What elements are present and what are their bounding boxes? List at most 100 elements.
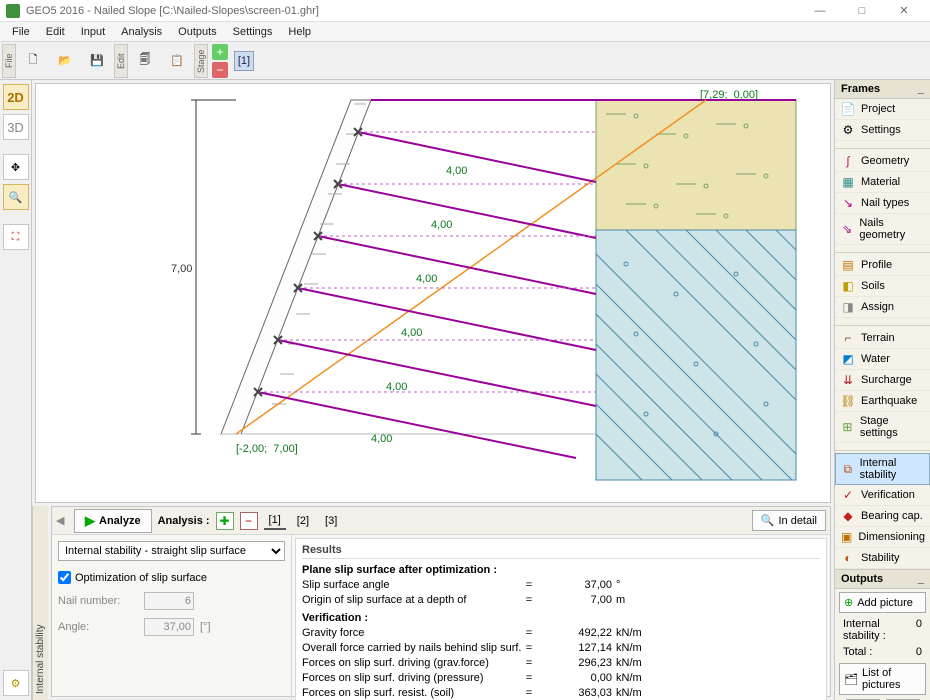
pan-button[interactable]: ✥ [3,154,29,180]
frame-item-internal-stability[interactable]: ⧉Internal stability [835,453,930,485]
frame-item-label: Verification [861,489,915,501]
outputs-row2-key: Total : [843,646,872,658]
frame-item-nail-types[interactable]: ↘Nail types [835,193,930,214]
frame-item-verification[interactable]: ✓ Verification [835,485,930,506]
menu-edit[interactable]: Edit [38,24,73,40]
angle-input [144,618,194,636]
frame-item-earthquake[interactable]: ⛓Earthquake [835,391,930,412]
new-file-button[interactable]: 🗋 [18,44,48,78]
frame-icon: ∫ [841,154,855,168]
frame-item-assign[interactable]: ◨Assign [835,297,930,318]
copy-icon: 🗐 [132,48,158,74]
result-key: Gravity force [302,626,522,641]
angle-unit: [°] [200,621,211,633]
frame-item-water[interactable]: ◩ Water [835,349,930,370]
add-picture-label: Add picture [857,597,913,609]
result-unit: kN/m [616,626,642,641]
analysis-tab-1[interactable]: [1] [264,512,286,530]
analyze-button[interactable]: ▶ Analyze [74,509,152,533]
frame-item-soils[interactable]: ◧Soils [835,276,930,297]
frame-icon: ⌐ [841,331,855,345]
zoom-button[interactable]: 🔍 [3,184,29,210]
panel-collapse-left[interactable]: ◀ [56,514,68,527]
frame-icon: ↘ [841,196,855,210]
save-file-button[interactable]: 💾 [82,44,112,78]
frame-item-geometry[interactable]: ∫Geometry [835,151,930,172]
result-key: Forces on slip surf. driving (pressure) [302,671,522,686]
frame-item-settings[interactable]: ⚙ Settings [835,120,930,141]
frames-panel-minimize[interactable]: _ [918,83,924,95]
result-row: Gravity force=492,22kN/m [302,626,820,641]
menu-input[interactable]: Input [73,24,113,40]
frame-item-material[interactable]: ▦Material [835,172,930,193]
analysis-tab-3[interactable]: [3] [320,513,342,529]
frame-item-stability[interactable]: ◐Stability [835,548,930,569]
bottom-tab-label[interactable]: Internal stability [32,506,48,700]
list-pictures-button[interactable]: 🗂 List of pictures [839,663,926,695]
view-2d-button[interactable]: 2D [3,84,29,110]
stability-mode-select[interactable]: Internal stability - straight slip surfa… [58,541,285,561]
coord-top-right: [7,29; 0,00] [700,89,758,101]
window-minimize[interactable]: — [800,0,840,22]
analysis-remove-button[interactable]: − [240,512,258,530]
height-dimension-label: 7,00 [171,263,192,275]
frame-icon: ◆ [841,509,855,523]
results-header: Results [302,543,820,559]
fit-extents-button[interactable]: ⛶ [3,224,29,250]
drawing-viewport[interactable]: 4,00 4,00 4,00 4,00 4,00 4,00 7,00 [-2,0… [35,83,831,503]
outputs-panel-minimize[interactable]: _ [918,573,924,585]
frame-item-bearing-cap-[interactable]: ◆Bearing cap. [835,506,930,527]
add-picture-button[interactable]: ⊕ Add picture [839,592,926,613]
frame-item-label: Terrain [861,332,895,344]
gear-icon: ⚙ [11,677,21,690]
frame-item-terrain[interactable]: ⌐ Terrain [835,328,930,349]
frame-icon: ◐ [841,551,855,565]
settings-gear-button[interactable]: ⚙ [3,670,29,696]
stage-add-button[interactable]: + [212,44,228,60]
stage-tab-1[interactable]: [1] [234,51,254,71]
menu-file[interactable]: File [4,24,38,40]
result-row: Forces on slip surf. driving (grav.force… [302,656,820,671]
stage-remove-button[interactable]: − [212,62,228,78]
paste-button[interactable]: 📋 [162,44,192,78]
app-icon [6,4,20,18]
move-icon: ✥ [11,161,20,174]
frame-item-nails-geometry[interactable]: ⇘Nails geometry [835,214,930,245]
results-panel: Results Plane slip surface after optimiz… [295,538,827,700]
frame-icon: ⚙ [841,123,855,137]
frame-item-profile[interactable]: ▤Profile [835,255,930,276]
frame-item-dimensioning[interactable]: ▣Dimensioning [835,527,930,548]
copy-button[interactable]: 🗐 [130,44,160,78]
menu-outputs[interactable]: Outputs [170,24,225,40]
frame-item-label: Water [861,353,890,365]
nail-label-2: 4,00 [431,219,452,231]
frame-icon: ▤ [841,258,855,272]
optimize-checkbox-input[interactable] [58,571,71,584]
frame-icon: ✓ [841,488,855,502]
result-key: Forces on slip surf. resist. (soil) [302,686,522,700]
view-3d-button[interactable]: 3D [3,114,29,140]
analysis-tab-2[interactable]: [2] [292,513,314,529]
verif-section-title: Verification : [302,611,820,626]
frame-item-stage-settings[interactable]: ⊞Stage settings [835,412,930,443]
frame-icon: ◧ [841,279,855,293]
result-row: Overall force carried by nails behind sl… [302,641,820,656]
add-picture-icon: ⊕ [844,596,853,609]
menu-settings[interactable]: Settings [225,24,281,40]
frame-icon: ◩ [841,352,855,366]
frame-item-surcharge[interactable]: ⇊Surcharge [835,370,930,391]
window-maximize[interactable]: □ [842,0,882,22]
in-detail-button[interactable]: 🔍 In detail [752,510,826,531]
open-file-button[interactable]: 📂 [50,44,80,78]
window-close[interactable]: ✕ [884,0,924,22]
menu-analysis[interactable]: Analysis [113,24,170,40]
analysis-add-button[interactable]: ✚ [216,512,234,530]
plane-section-title: Plane slip surface after optimization : [302,563,820,578]
left-toolstrip: 2D 3D ✥ 🔍 ⛶ ⚙ [0,80,32,700]
paste-icon: 📋 [164,48,190,74]
frame-item-label: Settings [861,124,901,136]
magnifier-icon: 🔍 [9,191,23,204]
menu-help[interactable]: Help [280,24,319,40]
frame-item-project[interactable]: 📄Project [835,99,930,120]
optimize-checkbox[interactable]: Optimization of slip surface [58,571,285,584]
